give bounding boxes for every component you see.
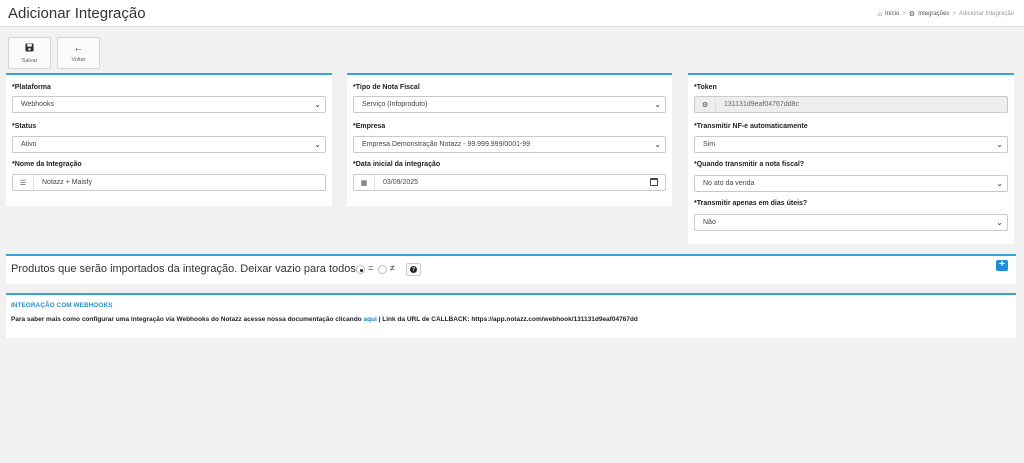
panel-platform: *Plataforma Webhooks ⌄ *Status Ativo ⌄ *…	[6, 73, 332, 206]
panel-token: *Token ⚙ 131131d9eaf04767dd8c *Transmiti…	[688, 73, 1014, 244]
tipo-nota-label: *Tipo de Nota Fiscal	[353, 84, 420, 91]
plataforma-label: *Plataforma	[12, 84, 51, 91]
nome-field[interactable]: ☰ Notazz + Maisfy	[12, 174, 326, 191]
nome-value: Notazz + Maisfy	[42, 179, 92, 186]
home-icon: ⌂	[877, 10, 882, 18]
chevron-down-icon: ⌄	[654, 140, 661, 149]
transmitir-auto-label: *Transmitir NF-e automaticamente	[694, 123, 808, 130]
products-description: Produtos que serão importados da integra…	[11, 263, 359, 275]
token-field[interactable]: ⚙ 131131d9eaf04767dd8c	[694, 96, 1008, 113]
radio-equal[interactable]	[356, 265, 365, 274]
dias-uteis-label: *Transmitir apenas em dias úteis?	[694, 200, 808, 207]
breadcrumb-integrations-link[interactable]: Integrações	[918, 11, 949, 17]
calendar-picker-icon[interactable]	[650, 178, 658, 186]
help-button[interactable]: ?	[406, 263, 421, 276]
empresa-label: *Empresa	[353, 123, 386, 130]
arrow-left-icon: ←	[73, 42, 84, 54]
chevron-down-icon: ⌄	[996, 218, 1003, 227]
transmitir-auto-select[interactable]: Sim ⌄	[694, 136, 1008, 153]
calendar-icon: ▦	[354, 175, 375, 190]
floppy-disk-icon	[25, 42, 34, 55]
quando-transmitir-select[interactable]: No ato da venda ⌄	[694, 175, 1008, 192]
webhooks-callback-url: | Link da URL de CALLBACK: https://app.n…	[376, 316, 638, 323]
chevron-down-icon: ⌄	[996, 140, 1003, 149]
chevron-down-icon: ⌄	[314, 100, 321, 109]
empresa-select[interactable]: Empresa Demonstração Notazz - 99.999.999…	[353, 136, 666, 153]
nome-label: *Nome da Integração	[12, 161, 82, 168]
quando-transmitir-label: *Quando transmitir a nota fiscal?	[694, 161, 805, 168]
chevron-down-icon: ⌄	[996, 179, 1003, 188]
data-inicial-field[interactable]: ▦ 03/09/2025	[353, 174, 666, 191]
dias-uteis-value: Não	[703, 219, 716, 226]
page-header: Adicionar Integração ⌂ Início > ⚙ Integr…	[0, 0, 1024, 27]
token-value: 131131d9eaf04767dd8c	[724, 101, 800, 108]
breadcrumb-home-link[interactable]: Início	[885, 11, 899, 17]
webhooks-title: INTEGRAÇÃO COM WEBHOOKS	[11, 302, 113, 309]
back-label: Voltar	[71, 56, 86, 63]
breadcrumb: ⌂ Início > ⚙ Integrações > Adicionar Int…	[877, 10, 1014, 19]
toolbar: Salvar ← Voltar	[8, 37, 100, 69]
tipo-nota-select[interactable]: Serviço (Infoproduto) ⌄	[353, 96, 666, 113]
webhooks-text-before: Para saber mais como configurar uma inte…	[11, 316, 364, 323]
gears-icon: ⚙	[695, 97, 716, 112]
add-product-button[interactable]: +	[996, 260, 1008, 271]
save-button[interactable]: Salvar	[8, 37, 51, 69]
op-equal-label: =	[368, 263, 374, 273]
status-label: *Status	[12, 123, 37, 130]
token-label: *Token	[694, 84, 717, 91]
op-not-equal-label: ≠	[390, 263, 395, 273]
plataforma-select[interactable]: Webhooks ⌄	[12, 96, 326, 113]
tipo-nota-value: Serviço (Infoproduto)	[362, 101, 428, 108]
question-icon: ?	[410, 266, 417, 273]
back-button[interactable]: ← Voltar	[57, 37, 100, 69]
transmitir-auto-value: Sim	[703, 141, 716, 148]
gears-icon: ⚙	[908, 11, 916, 18]
empresa-value: Empresa Demonstração Notazz - 99.999.999…	[362, 141, 531, 148]
save-label: Salvar	[21, 57, 38, 64]
status-value: Ativo	[21, 141, 37, 148]
panel-nota: *Tipo de Nota Fiscal Serviço (Infoprodut…	[347, 73, 672, 206]
status-select[interactable]: Ativo ⌄	[12, 136, 326, 153]
quando-transmitir-value: No ato da venda	[703, 180, 755, 187]
chevron-down-icon: ⌄	[654, 100, 661, 109]
radio-not-equal[interactable]	[378, 265, 387, 274]
breadcrumb-separator: >	[902, 11, 906, 17]
data-inicial-label: *Data inicial da integração	[353, 161, 441, 168]
dias-uteis-select[interactable]: Não ⌄	[694, 214, 1008, 231]
page-title: Adicionar Integração	[8, 5, 146, 22]
plataforma-value: Webhooks	[21, 101, 54, 108]
breadcrumb-separator: >	[952, 11, 956, 17]
breadcrumb-current: Adicionar Integração	[958, 11, 1014, 17]
docs-link[interactable]: aqui	[363, 316, 376, 323]
webhooks-text: Para saber mais como configurar uma inte…	[11, 316, 638, 323]
list-icon: ☰	[13, 175, 34, 190]
data-inicial-value: 03/09/2025	[383, 179, 419, 186]
chevron-down-icon: ⌄	[314, 140, 321, 149]
